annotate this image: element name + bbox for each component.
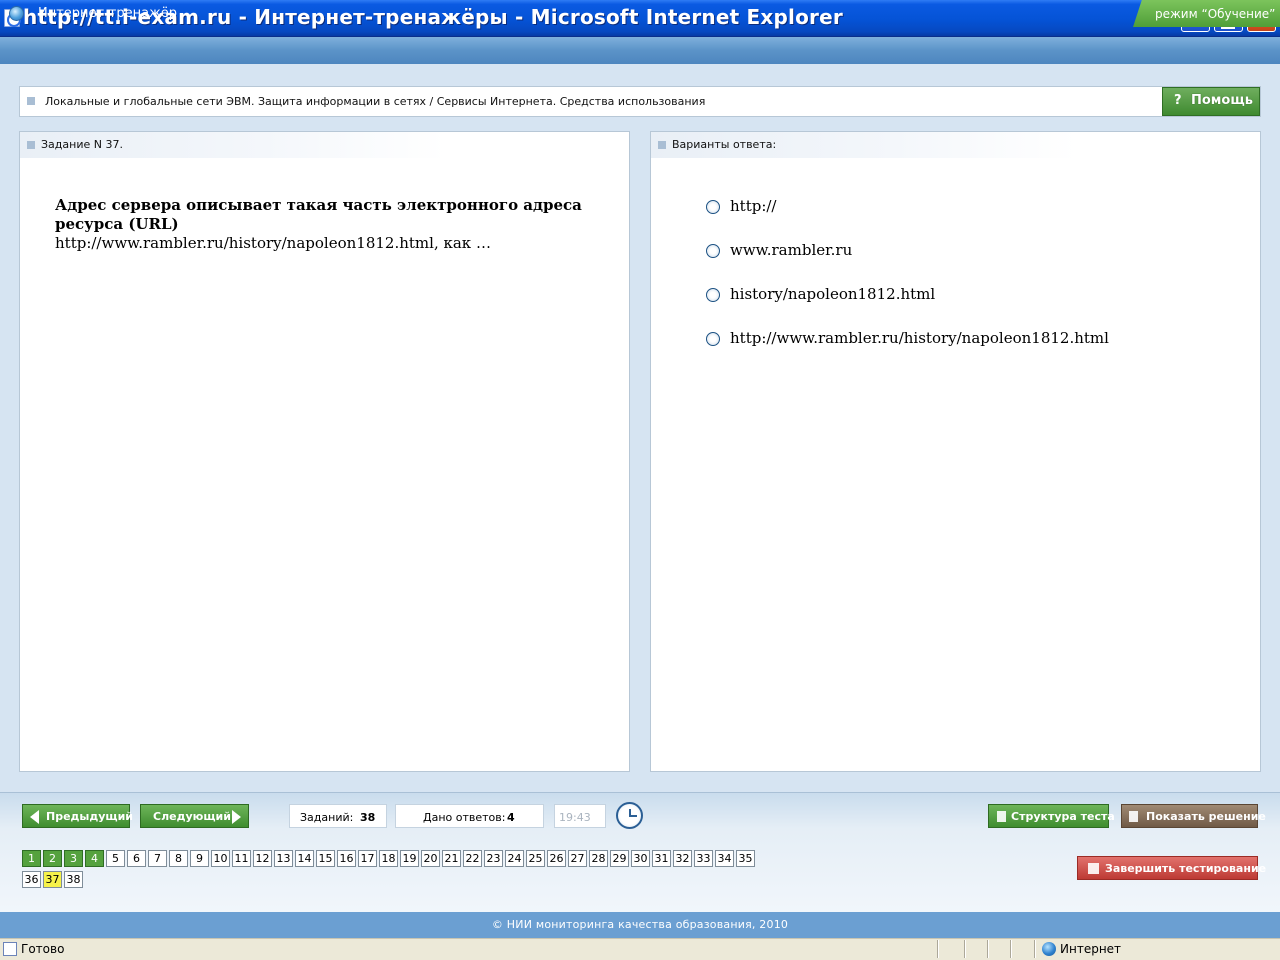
question-number-1[interactable]: 1: [22, 850, 41, 867]
app-header: [0, 37, 1280, 64]
question-number-19[interactable]: 19: [400, 850, 419, 867]
question-number-9[interactable]: 9: [190, 850, 209, 867]
question-number-5[interactable]: 5: [106, 850, 125, 867]
answer-option-label[interactable]: http://www.rambler.ru/history/napoleon18…: [730, 329, 1109, 347]
previous-button-label: Предыдущий: [46, 810, 134, 823]
question-number-2[interactable]: 2: [43, 850, 62, 867]
show-solution-label: Показать решение: [1146, 810, 1266, 823]
question-number-25[interactable]: 25: [526, 850, 545, 867]
answers-title: Варианты ответа:: [672, 138, 777, 151]
answers-panel: [650, 131, 1261, 772]
question-number-33[interactable]: 33: [694, 850, 713, 867]
question-number-15[interactable]: 15: [316, 850, 335, 867]
status-divider: [937, 940, 939, 958]
help-question-icon: ?: [1174, 93, 1182, 108]
finish-test-button[interactable]: Завершить тестирование: [1077, 856, 1266, 880]
tasks-count-label: Заданий:: [300, 811, 354, 824]
question-number-28[interactable]: 28: [589, 850, 608, 867]
status-divider: [964, 940, 966, 958]
question-number-34[interactable]: 34: [715, 850, 734, 867]
copyright-text: © НИИ мониторинга качества образования, …: [491, 918, 789, 931]
radio-button[interactable]: [706, 288, 720, 302]
answer-option-label[interactable]: http://: [730, 197, 776, 215]
question-number-3[interactable]: 3: [64, 850, 83, 867]
test-structure-button[interactable]: Структура теста: [988, 804, 1115, 828]
question-number-8[interactable]: 8: [169, 850, 188, 867]
previous-button[interactable]: Предыдущий: [22, 804, 134, 828]
question-line: Адрес сервера описывает такая часть элек…: [55, 196, 582, 233]
status-text: Готово: [21, 942, 65, 956]
show-solution-button[interactable]: Показать решение: [1121, 804, 1266, 828]
security-zone-text: Интернет: [1060, 942, 1122, 956]
next-button-label: Следующий: [153, 810, 231, 823]
globe-icon: [9, 6, 24, 21]
question-number-13[interactable]: 13: [274, 850, 293, 867]
answered-count-label: Дано ответов:: [423, 811, 506, 824]
task-number: Задание N 37.: [41, 138, 123, 151]
test-structure-label: Структура теста: [1011, 810, 1115, 823]
question-number-24[interactable]: 24: [505, 850, 524, 867]
tasks-count-value: 38: [360, 811, 376, 824]
question-number-30[interactable]: 30: [631, 850, 650, 867]
status-divider: [1010, 940, 1012, 958]
answer-option-label[interactable]: www.rambler.ru: [730, 241, 852, 259]
question-number-22[interactable]: 22: [463, 850, 482, 867]
clock-icon[interactable]: [616, 802, 643, 829]
help-button-label: Помощь: [1191, 93, 1253, 108]
answered-count-box: Дано ответов: 4: [395, 804, 544, 828]
question-text: Адрес сервера описывает такая часть элек…: [55, 196, 595, 253]
question-number-26[interactable]: 26: [547, 850, 566, 867]
answered-count-value: 4: [507, 811, 515, 824]
book-icon: [1129, 811, 1138, 822]
question-number-31[interactable]: 31: [652, 850, 671, 867]
finish-test-label: Завершить тестирование: [1105, 862, 1267, 875]
question-number-23[interactable]: 23: [484, 850, 503, 867]
bullet-square-icon: [27, 97, 35, 105]
timer-value: 19:43: [559, 811, 591, 824]
radio-button[interactable]: [706, 332, 720, 346]
question-number-35[interactable]: 35: [736, 850, 755, 867]
question-number-18[interactable]: 18: [379, 850, 398, 867]
question-number-16[interactable]: 16: [337, 850, 356, 867]
question-number-17[interactable]: 17: [358, 850, 377, 867]
mode-label: режим “Обучение”: [1155, 7, 1276, 21]
question-number-7[interactable]: 7: [148, 850, 167, 867]
answer-option-label[interactable]: history/napoleon1812.html: [730, 285, 935, 303]
arrow-right-icon: [232, 810, 241, 824]
question-number-21[interactable]: 21: [442, 850, 461, 867]
app-name: Интернет-тренажёр: [38, 6, 178, 21]
question-number-37[interactable]: 37: [43, 871, 62, 888]
question-number-38[interactable]: 38: [64, 871, 83, 888]
question-number-20[interactable]: 20: [421, 850, 440, 867]
tasks-count-box: Заданий: 38: [289, 804, 387, 828]
question-number-12[interactable]: 12: [253, 850, 272, 867]
question-number-6[interactable]: 6: [127, 850, 146, 867]
arrow-left-icon: [30, 810, 39, 824]
question-number-14[interactable]: 14: [295, 850, 314, 867]
question-number-27[interactable]: 27: [568, 850, 587, 867]
list-icon: [997, 811, 1006, 822]
question-number-29[interactable]: 29: [610, 850, 629, 867]
bullet-square-icon: [27, 141, 35, 149]
question-number-36[interactable]: 36: [22, 871, 41, 888]
bullet-square-icon: [658, 141, 666, 149]
timer-box: 19:43: [554, 804, 606, 828]
running-man-icon: [1088, 863, 1099, 874]
question-line: http://www.rambler.ru/history/napoleon18…: [55, 234, 491, 252]
page-status-icon: [3, 942, 17, 956]
question-number-4[interactable]: 4: [85, 850, 104, 867]
status-divider: [1034, 940, 1036, 958]
next-button[interactable]: Следующий: [140, 804, 249, 828]
status-divider: [987, 940, 989, 958]
radio-button[interactable]: [706, 200, 720, 214]
radio-button[interactable]: [706, 244, 720, 258]
internet-zone-icon: [1042, 942, 1056, 956]
question-number-32[interactable]: 32: [673, 850, 692, 867]
question-number-11[interactable]: 11: [232, 850, 251, 867]
topic-text: Локальные и глобальные сети ЭВМ. Защита …: [45, 95, 706, 108]
question-number-10[interactable]: 10: [211, 850, 230, 867]
